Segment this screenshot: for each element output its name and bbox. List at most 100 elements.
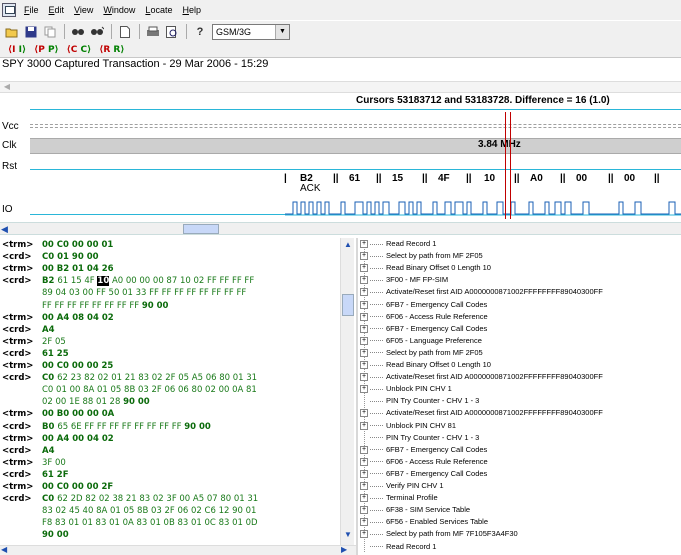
tree-item[interactable]: + Activate/Reset first AID A0000000871002…: [359, 372, 603, 382]
menu-view[interactable]: View: [69, 5, 98, 15]
expand-icon[interactable]: +: [360, 469, 368, 478]
tree-item[interactable]: PIN Try Counter - CHV 1 - 3: [359, 433, 479, 443]
transaction-row[interactable]: 02 00 1E 88 01 28 90 00: [2, 397, 150, 407]
transaction-vertical-scrollbar[interactable]: ▲ ▼: [340, 238, 354, 555]
tree-item[interactable]: PIN Try Counter - CHV 1 - 3: [359, 396, 479, 406]
tree-item[interactable]: +6F38 - SIM Service Table: [359, 505, 470, 515]
menu-window[interactable]: Window: [98, 5, 140, 15]
expand-icon[interactable]: +: [360, 385, 368, 394]
transaction-row[interactable]: 83 02 45 40 8A 01 05 8B 03 2F 06 02 C6 1…: [2, 506, 256, 516]
expand-icon[interactable]: +: [360, 494, 368, 503]
tree-item[interactable]: Read Record 1: [359, 542, 436, 552]
tree-item[interactable]: +6F06 - Access Rule Reference: [359, 312, 488, 322]
transaction-row[interactable]: <crd> 61 25: [2, 349, 69, 359]
cursor-marker-1[interactable]: [505, 112, 506, 219]
tree-item[interactable]: +6F56 - Enabled Services Table: [359, 517, 488, 527]
tree-item[interactable]: + Select by path from MF 2F05: [359, 348, 483, 358]
nav-packet-buttons[interactable]: ⟨P P⟩: [30, 45, 63, 55]
tree-item[interactable]: + Select by path from MF 7F105F3A4F30: [359, 529, 518, 539]
scroll-left-icon[interactable]: ◀: [1, 545, 7, 554]
tree-item[interactable]: + Activate/Reset first AID A0000000871002…: [359, 408, 603, 418]
help-icon[interactable]: ?: [191, 24, 209, 40]
print-icon[interactable]: [144, 24, 162, 40]
waveform-panel[interactable]: Cursors 53183712 and 53183728. Differenc…: [0, 94, 681, 221]
nav-command-buttons[interactable]: ⟨C C⟩: [63, 45, 96, 55]
transaction-row[interactable]: <trm> 3F 00: [2, 458, 66, 468]
tree-item[interactable]: +6FB7 - Emergency Call Codes: [359, 445, 487, 455]
scroll-down-icon[interactable]: ▼: [342, 530, 354, 542]
scroll-up-icon[interactable]: ▲: [342, 240, 354, 252]
tree-item[interactable]: + Read Binary Offset 0 Length 10: [359, 263, 491, 273]
tree-item[interactable]: + Read Binary Offset 0 Length 10: [359, 360, 491, 370]
scroll-left-icon[interactable]: ◀: [1, 82, 13, 92]
tree-item[interactable]: + Read Record 1: [359, 239, 436, 249]
nav-instruction-buttons[interactable]: ⟨I I⟩: [4, 45, 30, 55]
nav-reset-buttons[interactable]: ⟨R R⟩: [95, 45, 128, 55]
transaction-horizontal-scrollbar[interactable]: ◀ ▶: [0, 545, 356, 555]
expand-icon[interactable]: +: [360, 361, 368, 369]
menu-edit[interactable]: Edit: [44, 5, 70, 15]
expand-icon[interactable]: +: [360, 373, 368, 382]
protocol-select[interactable]: GSM/3G ▼: [212, 23, 290, 40]
open-folder-icon[interactable]: [3, 24, 21, 40]
tree-item[interactable]: + Terminal Profile: [359, 493, 438, 503]
tree-item[interactable]: +6FB7 - Emergency Call Codes: [359, 469, 487, 479]
expand-icon[interactable]: +: [360, 336, 368, 345]
copy-icon[interactable]: [41, 24, 59, 40]
transaction-row[interactable]: <trm> 00 C0 00 00 2F: [2, 482, 113, 492]
expand-icon[interactable]: +: [360, 240, 368, 248]
tree-item[interactable]: + Unblock PIN CHV 1: [359, 384, 452, 394]
find-icon[interactable]: [69, 24, 87, 40]
scroll-right-icon[interactable]: ▶: [341, 545, 347, 554]
expand-icon[interactable]: +: [360, 324, 368, 333]
transaction-row[interactable]: 90 00: [2, 530, 69, 540]
find-next-icon[interactable]: [88, 24, 106, 40]
expand-icon[interactable]: +: [360, 300, 368, 309]
transaction-row[interactable]: <trm> 00 C0 00 00 01: [2, 240, 113, 250]
expand-icon[interactable]: +: [360, 409, 368, 418]
transaction-row[interactable]: C0 01 00 8A 01 05 8B 03 2F 06 06 80 02 0…: [2, 385, 257, 395]
waveform-horizontal-scrollbar[interactable]: ◀: [0, 222, 681, 235]
transaction-row[interactable]: <crd> B0 65 6E FF FF FF FF FF FF FF FF 90…: [2, 422, 211, 432]
expand-icon[interactable]: +: [360, 264, 368, 273]
expand-icon[interactable]: +: [360, 312, 368, 321]
decoded-tree-pane[interactable]: + Read Record 1 + Select by path from MF 2F…: [359, 238, 681, 555]
transaction-row[interactable]: <crd> A4: [2, 446, 55, 456]
scrollbar-thumb[interactable]: [183, 224, 219, 234]
transaction-row[interactable]: FF FF FF FF FF FF FF FF 90 00: [2, 301, 168, 311]
transaction-row[interactable]: <trm> 00 B2 01 04 26: [2, 264, 114, 274]
tree-item[interactable]: + Activate/Reset first AID A0000000871002…: [359, 287, 603, 297]
menu-help[interactable]: Help: [177, 5, 206, 15]
transaction-row[interactable]: F8 83 01 01 83 01 0A 83 01 0B 83 01 0C 8…: [2, 518, 258, 528]
transaction-row[interactable]: <crd> 61 2F: [2, 470, 69, 480]
tree-item[interactable]: +6FB7 - Emergency Call Codes: [359, 324, 487, 334]
transaction-row[interactable]: <trm> 00 A4 08 04 02: [2, 313, 114, 323]
expand-icon[interactable]: +: [360, 252, 368, 261]
expand-icon[interactable]: +: [360, 482, 368, 490]
transaction-row[interactable]: <crd> B2 61 15 4F 10 A0 00 00 00 87 10 02…: [2, 276, 254, 287]
tree-item[interactable]: +3F00 - MF FP-SIM: [359, 275, 448, 285]
pane-splitter[interactable]: [356, 238, 358, 555]
transaction-row[interactable]: <crd> C0 62 2D 82 02 38 21 83 02 3F 00 A5…: [2, 494, 258, 504]
expand-icon[interactable]: +: [360, 276, 368, 285]
print-preview-icon[interactable]: [163, 24, 181, 40]
expand-icon[interactable]: +: [360, 506, 368, 515]
cursor-marker-2[interactable]: [510, 112, 511, 219]
transaction-row[interactable]: <trm> 00 A4 00 04 02: [2, 434, 114, 444]
menu-locate[interactable]: Locate: [140, 5, 177, 15]
tree-item[interactable]: + Unblock PIN CHV 81: [359, 421, 456, 431]
transaction-row[interactable]: <crd> A4: [2, 325, 55, 335]
expand-icon[interactable]: +: [360, 421, 368, 430]
menu-file[interactable]: File: [19, 5, 44, 15]
transaction-row[interactable]: <trm> 00 C0 00 00 25: [2, 361, 113, 371]
tree-item[interactable]: + Select by path from MF 2F05: [359, 251, 483, 261]
tree-item[interactable]: +6FB7 - Emergency Call Codes: [359, 300, 487, 310]
page-icon[interactable]: [116, 24, 134, 40]
expand-icon[interactable]: +: [360, 457, 368, 466]
horizontal-scrollbar-top[interactable]: ◀: [0, 81, 681, 93]
expand-icon[interactable]: +: [360, 288, 368, 297]
tree-item[interactable]: +6F05 - Language Preference: [359, 336, 482, 346]
tree-item[interactable]: +6F06 - Access Rule Reference: [359, 457, 488, 467]
expand-icon[interactable]: +: [360, 530, 368, 539]
chevron-down-icon[interactable]: ▼: [275, 24, 289, 39]
